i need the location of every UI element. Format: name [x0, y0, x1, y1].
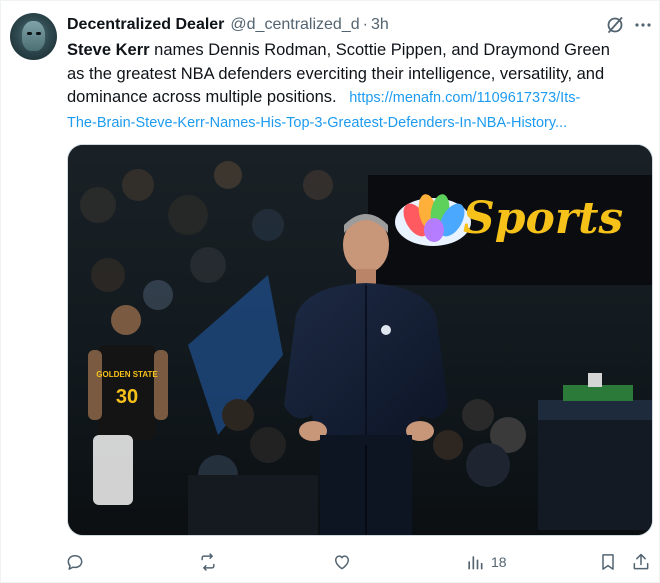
tweet-card[interactable]: Decentralized Dealer @d_centralized_d · … — [0, 0, 660, 583]
views-count: 18 — [491, 554, 507, 570]
views-icon — [468, 556, 483, 570]
like-button[interactable] — [332, 547, 352, 577]
author-handle[interactable]: @d_centralized_d — [230, 16, 359, 34]
more-icon[interactable] — [631, 13, 655, 37]
article-link-part-1[interactable]: https://menafn.com/1109617373/Its- — [349, 90, 580, 106]
tweet-actions-bar: 18 — [1, 547, 660, 577]
jersey-team-text: GOLDEN STATE — [96, 370, 158, 379]
bookmark-button[interactable] — [598, 547, 618, 577]
tweet-text-line-2: as the greatest NBA defenders everciting… — [67, 64, 605, 83]
avatar-eye-left — [27, 32, 32, 35]
tweet-text-line-3: dominance across multiple positions. — [67, 88, 337, 106]
retweet-button[interactable] — [198, 547, 218, 577]
avatar-face — [22, 21, 45, 51]
grok-icon[interactable] — [603, 13, 627, 37]
author-display-name[interactable]: Decentralized Dealer — [67, 16, 224, 34]
tweet-text: Steve Kerr names Dennis Rodman, Scottie … — [67, 39, 647, 135]
avatar[interactable] — [10, 13, 57, 60]
tweet-text-bold: Steve Kerr — [67, 41, 150, 59]
tweet-photo[interactable]: Sports GOLDEN STATE 30 — [67, 144, 653, 536]
tweet-header: Decentralized Dealer @d_centralized_d · … — [67, 15, 389, 35]
avatar-eye-right — [36, 32, 41, 35]
views-button[interactable]: 18 — [465, 547, 507, 577]
like-icon — [335, 555, 349, 570]
reply-button[interactable] — [65, 547, 85, 577]
share-icon — [633, 553, 649, 570]
tweet-timestamp[interactable]: 3h — [371, 16, 389, 34]
tweet-text-line-1: names Dennis Rodman, Scottie Pippen, and… — [154, 41, 610, 59]
article-link-part-2[interactable]: The-Brain-Steve-Kerr-Names-His-Top-3-Gre… — [67, 115, 567, 131]
reply-icon — [67, 555, 83, 570]
jersey-number-text: 30 — [116, 386, 138, 408]
separator-dot: · — [362, 16, 368, 33]
retweet-icon — [201, 553, 215, 571]
bookmark-icon — [602, 554, 614, 570]
share-button[interactable] — [631, 547, 651, 577]
media-sign-text: Sports — [463, 193, 623, 244]
